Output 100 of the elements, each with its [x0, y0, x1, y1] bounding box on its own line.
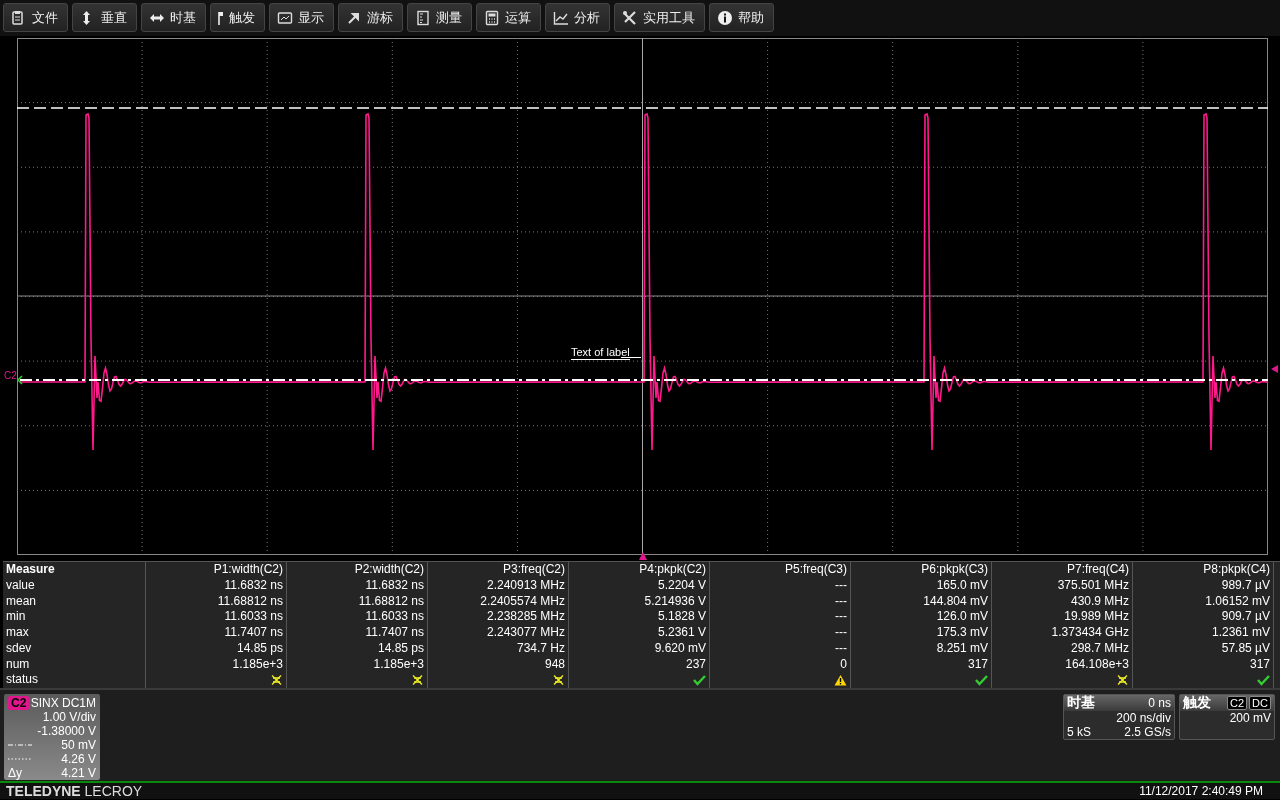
arrow-icon — [17, 375, 23, 385]
channel-descriptor[interactable]: C2 SINX DC1M 1.00 V/div -1.38000 V 50 mV 4.26 V Δy 4.21 V — [4, 694, 100, 780]
uncertain-status-icon — [411, 674, 424, 687]
table-cell: 165.0 mV — [851, 577, 992, 594]
table-cell: 2.243077 MHz — [428, 625, 569, 641]
row-label: sdev — [3, 640, 146, 657]
table-cell: 19.989 MHz — [992, 609, 1133, 625]
table-cell: 11.7407 ns — [146, 625, 287, 641]
row-label: value — [3, 577, 146, 594]
menu-button[interactable]: 触发 — [210, 3, 265, 32]
monitor-icon — [277, 9, 293, 26]
ruler-icon — [415, 9, 431, 26]
trace-label: C2 — [4, 370, 17, 381]
warning-icon — [834, 674, 847, 687]
table-cell: 8.251 mV — [851, 640, 992, 657]
dash-dot-line-icon — [8, 742, 32, 748]
coupling-text: SINX DC1M — [30, 696, 96, 710]
table-cell: 909.7 µV — [1133, 609, 1274, 625]
table-cell: 14.85 ps — [146, 640, 287, 657]
check-icon — [975, 674, 988, 687]
table-cell: --- — [710, 640, 851, 657]
table-cell: 9.620 mV — [569, 640, 710, 657]
table-cell: 948 — [428, 656, 569, 673]
info-icon — [717, 9, 733, 26]
table-cell: --- — [710, 625, 851, 641]
column-header: P3:freq(C2) — [428, 562, 569, 578]
table-cell: 375.501 MHz — [992, 577, 1133, 594]
row-label: max — [3, 625, 146, 641]
timebase-scale: 200 ns/div — [1115, 711, 1171, 725]
table-cell: 175.3 mV — [851, 625, 992, 641]
brand-logo: LECROY — [84, 783, 143, 799]
uncertain-status-icon — [270, 674, 283, 687]
table-cell: 5.1828 V — [569, 609, 710, 625]
table-cell: 298.7 MHz — [992, 640, 1133, 657]
check-icon — [693, 674, 706, 687]
row-label: mean — [3, 593, 146, 610]
table-cell: 11.6033 ns — [287, 609, 428, 625]
menu-button[interactable]: 实用工具 — [614, 3, 705, 32]
measure-value: 4.21 V — [61, 766, 96, 780]
dotted-line-icon — [8, 756, 32, 762]
trigger-level-text: 200 mV — [1228, 711, 1271, 725]
menu-button[interactable]: 分析 — [545, 3, 610, 32]
column-header: P7:freq(C4) — [992, 562, 1133, 578]
source-tag: C2 — [1227, 696, 1248, 710]
table-cell: 5.214936 V — [569, 593, 710, 610]
table-cell: 1.06152 mV — [1133, 593, 1274, 610]
measure-value: 50 mV — [61, 738, 96, 752]
table-cell: 1.185e+3 — [287, 656, 428, 673]
column-header: P4:pkpk(C2) — [569, 562, 710, 578]
timebase-panel[interactable]: 时基 0 ns 200 ns/div 5 kS 2.5 GS/s — [1063, 694, 1175, 740]
row-label: num — [3, 656, 146, 673]
table-cell: 144.804 mV — [851, 593, 992, 610]
trigger-level-marker — [1271, 365, 1278, 373]
menu-button[interactable]: 游标 — [338, 3, 403, 32]
sample-count: 5 kS — [1067, 725, 1091, 739]
menu-button[interactable]: 测量 — [407, 3, 472, 32]
scale-text: 1.00 V/div — [41, 710, 96, 724]
table-cell: 11.6832 ns — [287, 577, 428, 594]
table-cell: 317 — [1133, 656, 1274, 673]
table-cell: 430.9 MHz — [992, 593, 1133, 610]
table-cell: 2.240913 MHz — [428, 577, 569, 594]
flag-icon — [218, 9, 224, 26]
table-cell: 0 — [710, 656, 851, 673]
table-cell: --- — [710, 577, 851, 594]
table-cell: 11.68812 ns — [146, 593, 287, 610]
table-cell: 11.6832 ns — [146, 577, 287, 594]
table-cell: 11.68812 ns — [287, 593, 428, 610]
menu-button[interactable]: 显示 — [269, 3, 334, 32]
column-header: P2:width(C2) — [287, 562, 428, 578]
delay-text: 0 ns — [1148, 696, 1171, 710]
table-cell: 11.7407 ns — [287, 625, 428, 641]
table-cell: 1.373434 GHz — [992, 625, 1133, 641]
menu-button[interactable]: 文件 — [3, 3, 68, 32]
coupling-tag: DC — [1249, 696, 1271, 710]
menu-button[interactable]: 时基 — [141, 3, 206, 32]
menu-button[interactable]: 运算 — [476, 3, 541, 32]
table-cell: 1.2361 mV — [1133, 625, 1274, 641]
trigger-panel[interactable]: 触发 C2 DC 200 mV — [1179, 694, 1275, 740]
column-header: P6:pkpk(C3) — [851, 562, 992, 578]
measure-value: 4.26 V — [61, 752, 96, 766]
channel-badge[interactable]: C2 — [8, 696, 30, 710]
menu-button[interactable]: 帮助 — [709, 3, 774, 32]
row-label: min — [3, 609, 146, 625]
table-cell: 237 — [569, 656, 710, 673]
table-cell: 164.108e+3 — [992, 656, 1133, 673]
column-header: P1:width(C2) — [146, 562, 287, 578]
table-cell: 5.2361 V — [569, 625, 710, 641]
table-cell: 5.2204 V — [569, 577, 710, 594]
date-time: 11/12/2017 2:40:49 PM — [1139, 784, 1263, 798]
menu-button[interactable]: 垂直 — [72, 3, 137, 32]
table-cell: 126.0 mV — [851, 609, 992, 625]
line-chart-icon — [553, 9, 569, 26]
check-icon — [1257, 674, 1270, 687]
tools-icon — [622, 9, 638, 26]
table-cell: 57.85 µV — [1133, 640, 1274, 657]
table-cell: 734.7 Hz — [428, 640, 569, 657]
offset-text: -1.38000 V — [36, 724, 96, 738]
annotation-label: Text of label — [571, 346, 630, 360]
table-cell: 1.185e+3 — [146, 656, 287, 673]
uncertain-status-icon — [552, 674, 565, 687]
